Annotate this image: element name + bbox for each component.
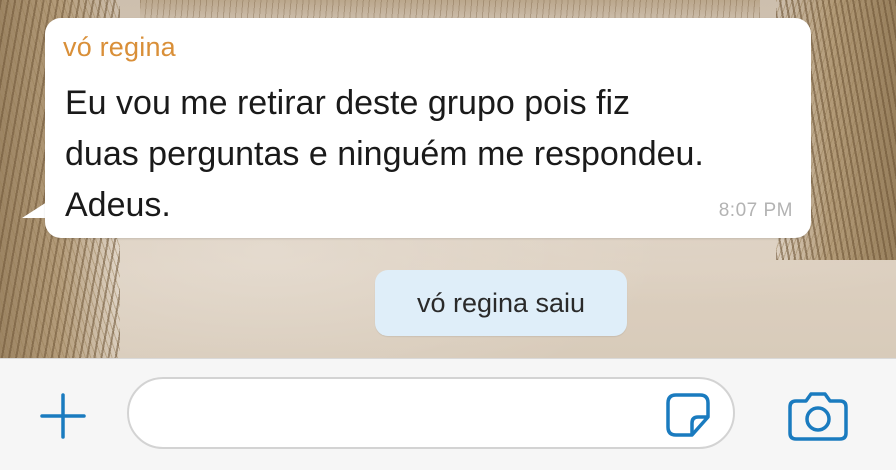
sticker-button[interactable] [664,391,714,439]
camera-button[interactable] [786,387,850,443]
system-notice-text: vó regina saiu [416,287,586,318]
message-text: Eu vou me retirar deste grupo pois fiz d… [65,84,704,224]
camera-icon [788,392,848,441]
plus-button[interactable] [36,389,90,443]
system-notice: vó regina saiu [375,270,627,336]
message-bubble[interactable]: vó regina Eu vou me retirar deste grupo … [45,18,811,238]
input-bar [0,358,896,470]
chat-area: vó regina Eu vou me retirar deste grupo … [0,0,896,358]
sticker-icon [666,393,710,437]
sender-name[interactable]: vó regina [63,32,176,63]
plus-icon [40,393,86,439]
message-timestamp: 8:07 PM [718,200,793,221]
message-input[interactable] [127,377,735,449]
